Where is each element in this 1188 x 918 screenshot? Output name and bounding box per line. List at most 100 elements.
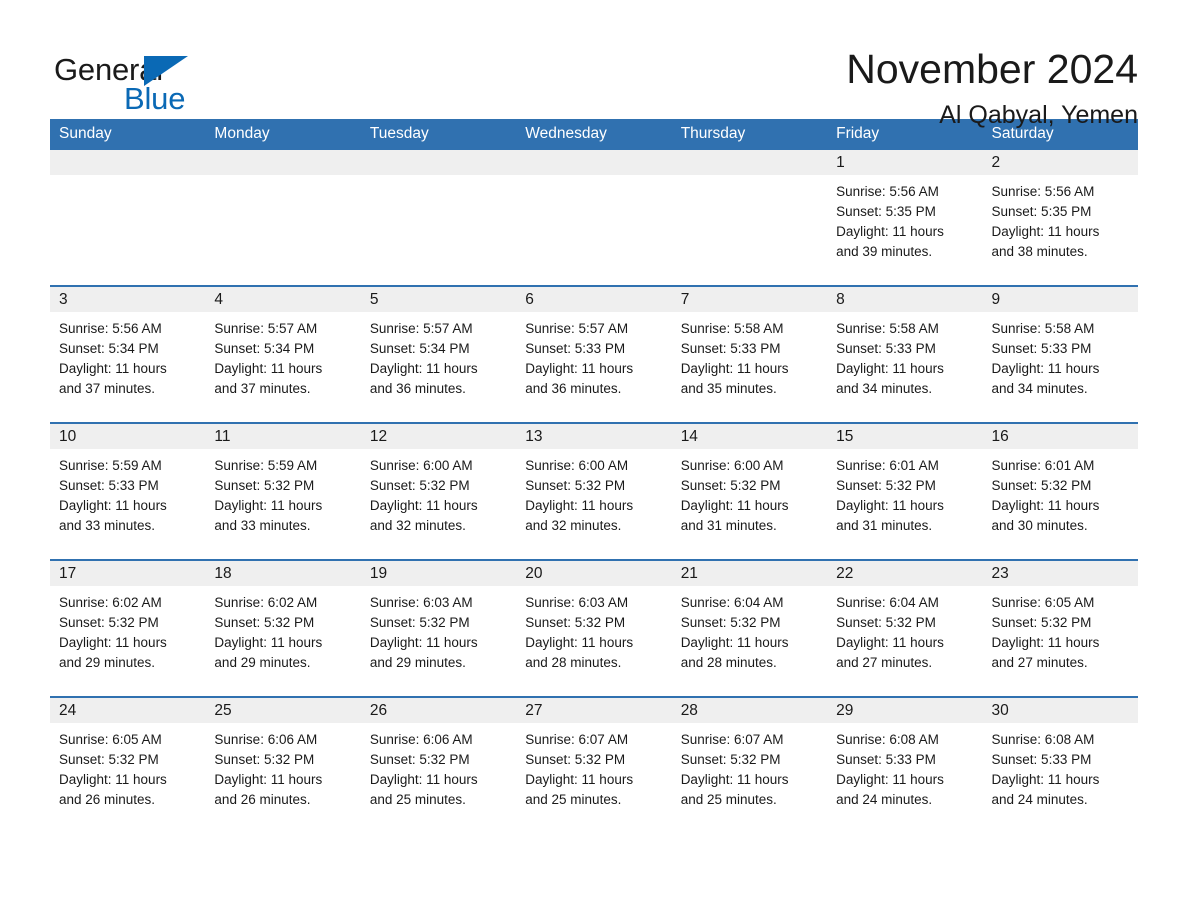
- calendar-day-cell[interactable]: 6 Sunrise: 5:57 AM Sunset: 5:33 PM Daylight…: [516, 285, 672, 423]
- sunrise-time: Sunrise: 6:08 AM: [991, 732, 1095, 747]
- sunrise-time: Sunrise: 5:59 AM: [59, 458, 162, 473]
- daylight-duration-line2: and 26 minutes.: [59, 792, 156, 807]
- sunrise-time: Sunrise: 6:05 AM: [991, 595, 1095, 610]
- calendar-day-cell[interactable]: 14 Sunrise: 6:00 AM Sunset: 5:32 PM Dayligh…: [671, 422, 828, 560]
- day-details: Sunrise: 6:03 AM Sunset: 5:32 PM Daylight:…: [361, 586, 516, 673]
- calendar-day-cell[interactable]: 30 Sunrise: 6:08 AM Sunset: 5:33 PM Dayligh…: [982, 696, 1138, 833]
- page-header: General Blue November 2024 Al Qabyal, Ye…: [50, 0, 1138, 128]
- calendar-day-cell[interactable]: 15 Sunrise: 6:01 AM Sunset: 5:32 PM Dayligh…: [827, 422, 983, 560]
- calendar-day-cell[interactable]: 22 Sunrise: 6:04 AM Sunset: 5:32 PM Dayligh…: [827, 559, 983, 697]
- calendar-day-cell[interactable]: 25 Sunrise: 6:06 AM Sunset: 5:32 PM Dayligh…: [205, 696, 361, 833]
- calendar-day-cell[interactable]: 23 Sunrise: 6:05 AM Sunset: 5:32 PM Dayligh…: [982, 559, 1138, 697]
- sunset-time: Sunset: 5:33 PM: [680, 341, 781, 356]
- daylight-duration-line2: and 31 minutes.: [836, 518, 933, 533]
- sunset-time: Sunset: 5:33 PM: [836, 341, 936, 356]
- daylight-duration-line2: and 25 minutes.: [525, 792, 622, 807]
- calendar-day-cell[interactable]: 27 Sunrise: 6:07 AM Sunset: 5:32 PM Dayligh…: [516, 696, 672, 833]
- calendar-day-cell[interactable]: 11 Sunrise: 5:59 AM Sunset: 5:32 PM Dayligh…: [205, 422, 361, 560]
- sunrise-time: Sunrise: 6:08 AM: [836, 732, 939, 747]
- calendar-day-cell[interactable]: 8 Sunrise: 5:58 AM Sunset: 5:33 PM Daylight…: [827, 285, 983, 423]
- daylight-duration-line2: and 38 minutes.: [991, 244, 1088, 259]
- calendar-table: Sunday Monday Tuesday Wednesday Thursday…: [50, 119, 1138, 833]
- day-number: 2: [982, 150, 1138, 175]
- sunset-time: Sunset: 5:35 PM: [836, 204, 936, 219]
- daylight-duration-line1: Daylight: 11 hours: [59, 772, 167, 787]
- daylight-duration-line1: Daylight: 11 hours: [369, 635, 478, 650]
- calendar-day-cell[interactable]: 26 Sunrise: 6:06 AM Sunset: 5:32 PM Dayligh…: [360, 696, 517, 833]
- daylight-duration-line2: and 32 minutes.: [525, 518, 622, 533]
- sunrise-time: Sunrise: 6:00 AM: [525, 458, 629, 473]
- calendar-day-cell[interactable]: 24 Sunrise: 6:05 AM Sunset: 5:32 PM Dayligh…: [50, 696, 206, 833]
- sunrise-time: Sunrise: 6:05 AM: [59, 732, 162, 747]
- calendar-day-cell[interactable]: 17 Sunrise: 6:02 AM Sunset: 5:32 PM Dayligh…: [50, 559, 206, 697]
- day-details: Sunrise: 6:08 AM Sunset: 5:33 PM Daylight:…: [827, 723, 982, 810]
- sunrise-time: Sunrise: 6:07 AM: [680, 732, 784, 747]
- sunset-time: Sunset: 5:35 PM: [991, 204, 1092, 219]
- calendar-day-cell[interactable]: 2 Sunrise: 5:56 AM Sunset: 5:35 PM Daylight…: [982, 150, 1138, 286]
- day-details: Sunrise: 6:04 AM Sunset: 5:32 PM Daylight:…: [827, 586, 982, 673]
- calendar-day-cell[interactable]: 9 Sunrise: 5:58 AM Sunset: 5:33 PM Daylight…: [982, 285, 1138, 423]
- day-number: 8: [827, 287, 983, 312]
- calendar-day-cell[interactable]: 12 Sunrise: 6:00 AM Sunset: 5:32 PM Dayligh…: [360, 422, 517, 560]
- day-details: Sunrise: 6:07 AM Sunset: 5:32 PM Daylight:…: [516, 723, 671, 810]
- weekday-header-sunday: Sunday: [50, 119, 206, 150]
- sunrise-time: Sunrise: 5:56 AM: [991, 184, 1095, 199]
- sunset-time: Sunset: 5:32 PM: [836, 478, 936, 493]
- sunset-time: Sunset: 5:34 PM: [369, 341, 470, 356]
- calendar-day-cell[interactable]: 5 Sunrise: 5:57 AM Sunset: 5:34 PM Daylight…: [360, 285, 517, 423]
- sunrise-time: Sunrise: 5:59 AM: [214, 458, 318, 473]
- daylight-duration-line1: Daylight: 11 hours: [836, 772, 944, 787]
- generalblue-logo[interactable]: General Blue: [50, 46, 200, 116]
- daylight-duration-line1: Daylight: 11 hours: [991, 224, 1100, 239]
- day-number: 3: [50, 287, 206, 312]
- sunrise-time: Sunrise: 6:01 AM: [991, 458, 1095, 473]
- daylight-duration-line1: Daylight: 11 hours: [680, 498, 789, 513]
- calendar-day-cell-empty: [360, 150, 517, 286]
- sunset-time: Sunset: 5:32 PM: [214, 752, 315, 767]
- calendar-day-cell[interactable]: 7 Sunrise: 5:58 AM Sunset: 5:33 PM Daylight…: [671, 285, 828, 423]
- calendar-day-cell[interactable]: 4 Sunrise: 5:57 AM Sunset: 5:34 PM Daylight…: [205, 285, 361, 423]
- daylight-duration-line1: Daylight: 11 hours: [59, 498, 167, 513]
- sunset-time: Sunset: 5:32 PM: [680, 752, 781, 767]
- calendar-day-cell[interactable]: 19 Sunrise: 6:03 AM Sunset: 5:32 PM Dayligh…: [360, 559, 517, 697]
- daylight-duration-line2: and 29 minutes.: [369, 655, 466, 670]
- sunrise-time: Sunrise: 6:02 AM: [59, 595, 162, 610]
- daylight-duration-line1: Daylight: 11 hours: [369, 498, 478, 513]
- day-number: 11: [205, 424, 361, 449]
- sunrise-time: Sunrise: 5:57 AM: [214, 321, 318, 336]
- calendar-day-cell[interactable]: 3 Sunrise: 5:56 AM Sunset: 5:34 PM Daylight…: [50, 285, 206, 423]
- sunset-time: Sunset: 5:33 PM: [59, 478, 159, 493]
- sunrise-time: Sunrise: 5:56 AM: [59, 321, 162, 336]
- calendar-day-cell-empty: [50, 150, 206, 286]
- sunset-time: Sunset: 5:33 PM: [525, 341, 626, 356]
- sunrise-time: Sunrise: 6:02 AM: [214, 595, 318, 610]
- calendar-day-cell[interactable]: 18 Sunrise: 6:02 AM Sunset: 5:32 PM Dayligh…: [205, 559, 361, 697]
- day-number: 29: [827, 698, 983, 723]
- day-details: Sunrise: 6:01 AM Sunset: 5:32 PM Daylight:…: [827, 449, 982, 536]
- calendar-day-cell[interactable]: 16 Sunrise: 6:01 AM Sunset: 5:32 PM Dayligh…: [982, 422, 1138, 560]
- title-block: November 2024 Al Qabyal, Yemen: [846, 46, 1138, 128]
- sunset-time: Sunset: 5:32 PM: [59, 615, 159, 630]
- day-number: 26: [360, 698, 517, 723]
- calendar-day-cell[interactable]: 20 Sunrise: 6:03 AM Sunset: 5:32 PM Dayligh…: [516, 559, 672, 697]
- calendar-day-cell[interactable]: 13 Sunrise: 6:00 AM Sunset: 5:32 PM Dayligh…: [516, 422, 672, 560]
- calendar-body: 1 Sunrise: 5:56 AM Sunset: 5:35 PM Daylight…: [50, 150, 1138, 833]
- calendar-day-cell[interactable]: 28 Sunrise: 6:07 AM Sunset: 5:32 PM Dayligh…: [671, 696, 828, 833]
- day-details: Sunrise: 6:05 AM Sunset: 5:32 PM Daylight:…: [983, 586, 1138, 673]
- day-details: Sunrise: 5:57 AM Sunset: 5:33 PM Daylight:…: [516, 312, 671, 399]
- daylight-duration-line1: Daylight: 11 hours: [214, 772, 323, 787]
- daylight-duration-line1: Daylight: 11 hours: [525, 635, 634, 650]
- day-number: 30: [982, 698, 1138, 723]
- daylight-duration-line2: and 37 minutes.: [59, 381, 156, 396]
- calendar-day-cell[interactable]: 1 Sunrise: 5:56 AM Sunset: 5:35 PM Daylight…: [827, 150, 983, 286]
- day-number: 10: [50, 424, 206, 449]
- daylight-duration-line2: and 31 minutes.: [680, 518, 777, 533]
- sunset-time: Sunset: 5:32 PM: [836, 615, 936, 630]
- calendar-day-cell[interactable]: 21 Sunrise: 6:04 AM Sunset: 5:32 PM Dayligh…: [671, 559, 828, 697]
- day-details: Sunrise: 6:06 AM Sunset: 5:32 PM Daylight:…: [361, 723, 516, 810]
- calendar-day-cell[interactable]: 29 Sunrise: 6:08 AM Sunset: 5:33 PM Dayligh…: [827, 696, 983, 833]
- daylight-duration-line1: Daylight: 11 hours: [991, 635, 1100, 650]
- calendar-day-cell[interactable]: 10 Sunrise: 5:59 AM Sunset: 5:33 PM Dayligh…: [50, 422, 206, 560]
- day-details: Sunrise: 6:01 AM Sunset: 5:32 PM Daylight:…: [983, 449, 1138, 536]
- day-details: Sunrise: 5:58 AM Sunset: 5:33 PM Daylight:…: [983, 312, 1138, 399]
